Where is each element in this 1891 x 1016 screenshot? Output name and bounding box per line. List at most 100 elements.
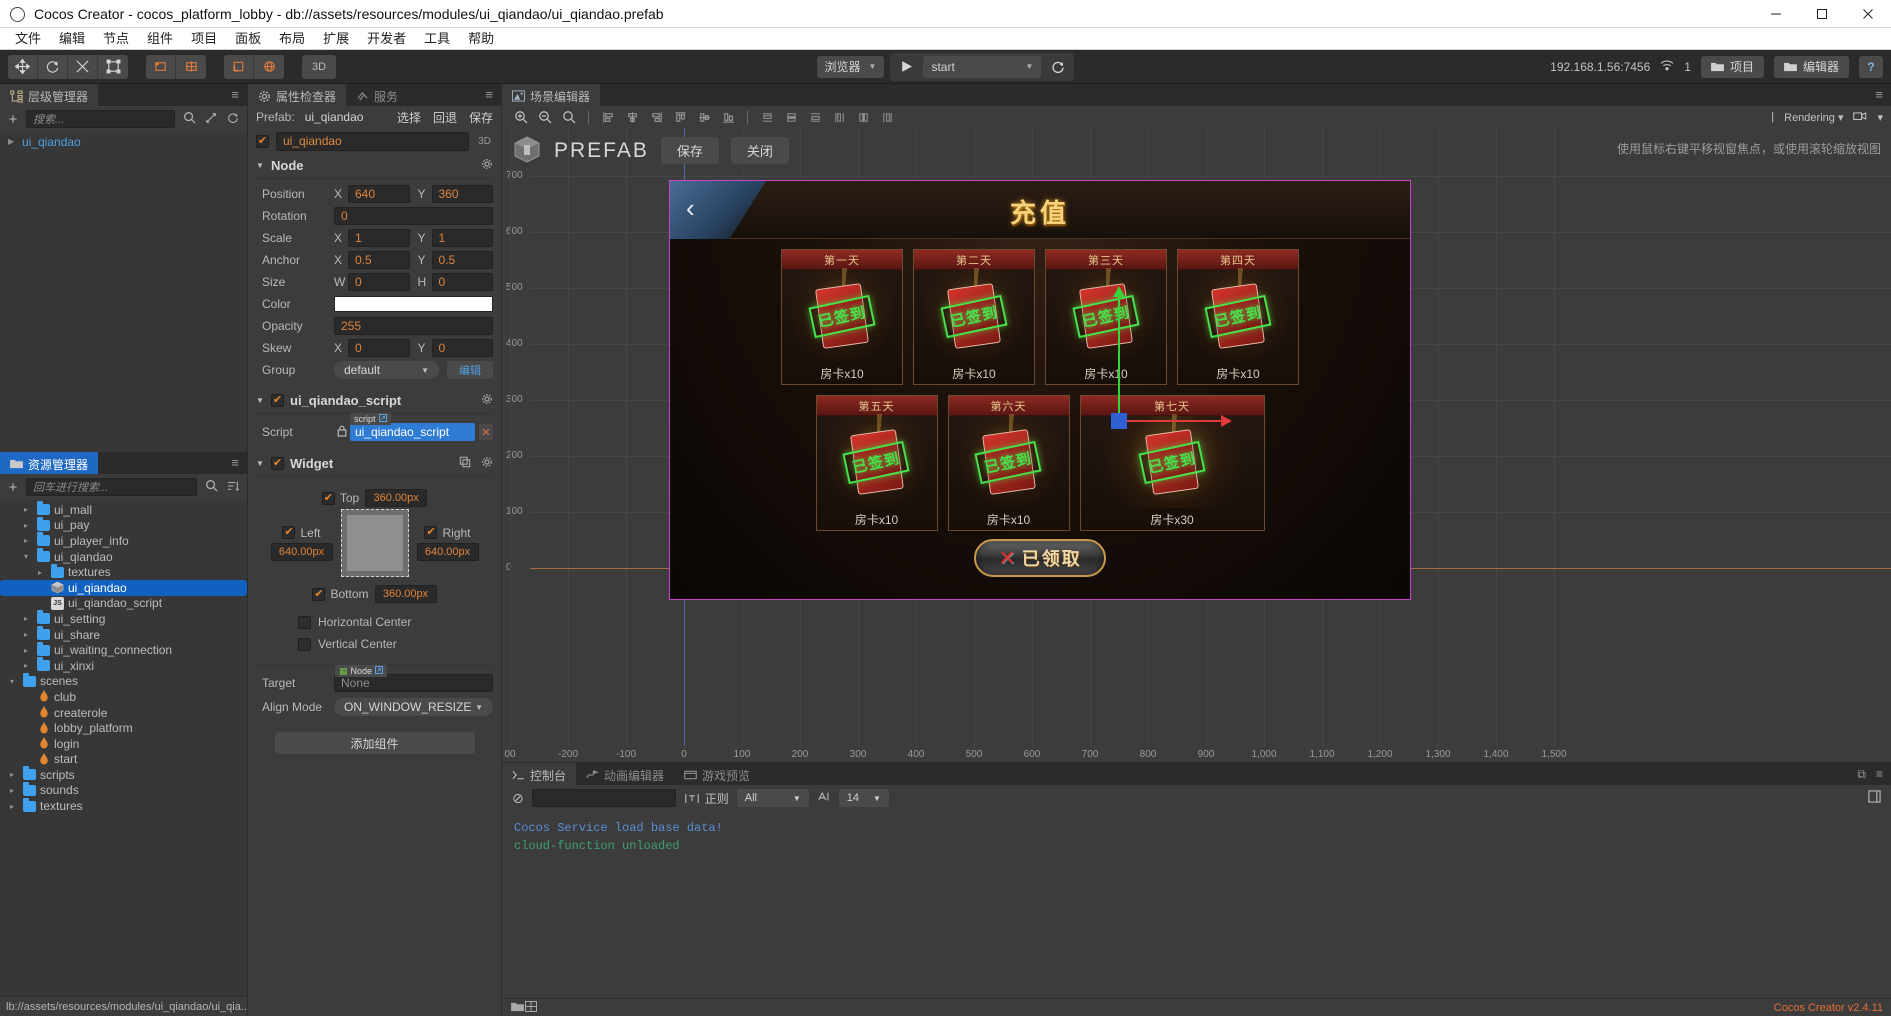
help-button[interactable]: ? — [1859, 55, 1883, 78]
asset-tree-row[interactable]: ▸ ui_setting — [0, 610, 247, 627]
editor-button[interactable]: 编辑器 — [1773, 55, 1849, 78]
widget-right-input[interactable]: 640.00px — [416, 542, 479, 561]
widget-enabled-checkbox[interactable] — [271, 456, 284, 470]
asset-tree-row[interactable]: lobby_platform — [0, 720, 247, 736]
node-name-input[interactable]: ui_qiandao — [276, 131, 470, 151]
gear-icon[interactable] — [481, 158, 493, 173]
widget-vertical-center-row[interactable]: Vertical Center — [256, 633, 493, 655]
hierarchy-search-input[interactable]: 搜索... — [26, 110, 175, 128]
gear-icon[interactable] — [481, 456, 493, 471]
chevron-down-icon[interactable]: ▼ — [256, 459, 265, 468]
menu-item-file[interactable]: 文件 — [6, 28, 50, 50]
hierarchy-node-ui-qiandao[interactable]: ▶ ui_qiandao — [0, 132, 247, 151]
distribute-bottom-icon[interactable] — [804, 107, 826, 127]
chevron-right-icon[interactable]: ▸ — [38, 568, 47, 577]
camera-icon[interactable] — [1853, 110, 1867, 125]
asset-tree-row[interactable]: ▸ ui_xinxi — [0, 657, 247, 674]
chevron-down-icon[interactable]: ▾ — [1877, 111, 1883, 124]
assets-search-input[interactable]: 回车进行搜索... — [26, 478, 197, 496]
menu-item-node[interactable]: 节点 — [94, 28, 138, 50]
scale-x-input[interactable]: 1 — [348, 229, 410, 247]
script-asset-field[interactable]: script ui_qiandao_script — [350, 413, 475, 441]
widget-bottom-input[interactable]: 360.00px — [374, 585, 437, 603]
chevron-right-icon[interactable]: ▸ — [24, 646, 33, 655]
menu-item-project[interactable]: 项目 — [182, 28, 226, 50]
asset-tree-row[interactable]: ▸ sounds — [0, 781, 247, 799]
widget-left-input[interactable]: 640.00px — [270, 542, 333, 561]
asset-tree-row[interactable]: ▸ ui_mall — [0, 501, 247, 518]
clear-console-button[interactable]: ⊘ — [512, 790, 524, 807]
widget-component-header[interactable]: ▼ Widget — [248, 452, 501, 474]
preview-target-select[interactable]: 浏览器 ▼ — [816, 55, 885, 78]
chevron-right-icon[interactable]: ▸ — [24, 630, 33, 639]
game-stage[interactable]: ‹ 充值 第一天 已签到 房卡x10 第二天 已签到 房卡x10 第三天 已签到 房卡x10 第四… — [669, 180, 1411, 600]
asset-tree-row[interactable]: ▾ scenes — [0, 672, 247, 690]
anchor-x-input[interactable]: 0.5 — [348, 251, 410, 269]
chevron-down-icon[interactable]: ▼ — [256, 161, 265, 170]
asset-tree-row[interactable]: ▸ textures — [0, 563, 247, 580]
asset-tree-row[interactable]: ▸ ui_player_info — [0, 532, 247, 549]
project-button[interactable]: 项目 — [1700, 55, 1764, 78]
tab-services[interactable]: 服务 — [346, 84, 409, 106]
chevron-right-icon[interactable]: ▸ — [24, 536, 33, 545]
asset-tree-row[interactable]: JS ui_qiandao_script — [0, 596, 247, 612]
sign-in-card[interactable]: 第一天 已签到 房卡x10 — [781, 249, 903, 385]
size-w-input[interactable]: 0 — [348, 273, 410, 291]
node-enabled-checkbox[interactable] — [256, 134, 269, 148]
widget-right-toggle[interactable]: Right — [424, 526, 471, 540]
menu-item-layout[interactable]: 布局 — [270, 28, 314, 50]
color-swatch[interactable] — [334, 296, 493, 312]
search-icon[interactable] — [181, 111, 197, 127]
gizmo-move-handle[interactable] — [1111, 413, 1127, 429]
console-level-select[interactable]: All ▼ — [736, 789, 809, 807]
chevron-right-icon[interactable]: ▸ — [24, 521, 33, 530]
console-font-size-select[interactable]: 14 ▼ — [838, 789, 889, 807]
position-x-input[interactable]: 640 — [348, 185, 410, 203]
asset-tree-row[interactable]: createrole — [0, 705, 247, 721]
prefab-revert-button[interactable]: 回退 — [433, 109, 457, 126]
tab-console[interactable]: 控制台 — [502, 763, 577, 785]
rotate-tool-icon[interactable] — [38, 54, 68, 79]
asset-tree-row[interactable]: ▾ ui_qiandao — [0, 548, 247, 565]
open-external-icon[interactable] — [375, 666, 384, 676]
chevron-right-icon[interactable]: ▸ — [10, 786, 19, 795]
zoom-in-icon[interactable] — [510, 107, 532, 127]
group-select[interactable]: default ▼ — [334, 361, 439, 379]
distribute-top-icon[interactable] — [756, 107, 778, 127]
skew-y-input[interactable]: 0 — [431, 339, 493, 357]
widget-horizontal-center-checkbox[interactable] — [298, 615, 311, 629]
zoom-out-icon[interactable] — [534, 107, 556, 127]
sort-icon[interactable] — [225, 480, 241, 495]
group-edit-button[interactable]: 编辑 — [447, 361, 493, 379]
scale-y-input[interactable]: 1 — [431, 229, 493, 247]
tab-scene-editor[interactable]: 场景编辑器 — [502, 84, 601, 106]
asset-tree-row[interactable]: ▸ scripts — [0, 766, 247, 783]
global-coord-tool-icon[interactable] — [254, 54, 284, 79]
asset-tree-row[interactable]: start — [0, 752, 247, 768]
sign-in-card[interactable]: 第二天 已签到 房卡x10 — [913, 249, 1035, 385]
menu-item-edit[interactable]: 编辑 — [50, 28, 94, 50]
prefab-save-button[interactable]: 保存 — [469, 109, 493, 126]
distribute-middle-icon[interactable] — [780, 107, 802, 127]
copy-icon[interactable] — [459, 456, 471, 471]
align-right-icon[interactable] — [645, 107, 667, 127]
distribute-left-icon[interactable] — [828, 107, 850, 127]
sign-in-card[interactable]: 第四天 已签到 房卡x10 — [1177, 249, 1299, 385]
asset-tree-row[interactable]: ▸ textures — [0, 797, 247, 814]
menu-item-developer[interactable]: 开发者 — [358, 28, 415, 50]
local-coord-tool-icon[interactable] — [224, 54, 254, 79]
align-bottom-icon[interactable] — [717, 107, 739, 127]
chevron-down-icon[interactable]: ▼ — [256, 396, 265, 405]
console-filter-input[interactable] — [531, 789, 676, 807]
dimension-toggle-button[interactable]: 3D — [302, 54, 336, 79]
gizmo-y-axis[interactable] — [1113, 286, 1125, 421]
tab-hierarchy[interactable]: 层级管理器 — [0, 84, 99, 106]
scene-menu-icon[interactable]: ≡ — [1867, 84, 1891, 106]
widget-bottom-toggle[interactable]: Bottom — [312, 587, 369, 601]
menu-item-panel[interactable]: 面板 — [226, 28, 270, 50]
widget-top-input[interactable]: 360.00px — [365, 489, 428, 507]
close-button[interactable] — [1845, 0, 1891, 28]
rotation-input[interactable]: 0 — [334, 207, 493, 225]
asset-tree-row[interactable]: ▸ ui_share — [0, 626, 247, 643]
widget-top-checkbox[interactable] — [321, 491, 335, 505]
